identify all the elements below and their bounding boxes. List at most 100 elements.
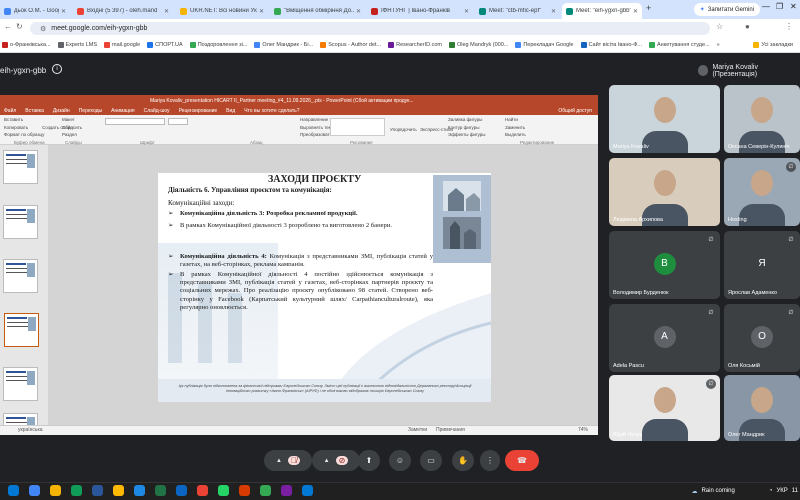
ribbon-command[interactable]: Формат по образцу [4,132,44,137]
browser-tab[interactable]: дьок О.М. - Google А✕ [0,3,70,19]
camera-toggle-button[interactable]: ▲ ⊘ [312,450,360,471]
chrome-icon[interactable] [71,485,82,496]
ribbon-command[interactable]: Упорядочить [390,127,417,132]
bookmark-item[interactable]: о-Франківська... [2,42,51,48]
ribbon-command[interactable]: Эффекты фигуры [448,132,486,137]
word-icon[interactable] [92,485,103,496]
bookmark-item[interactable]: Усі закладки [753,42,793,48]
back-icon[interactable]: ← [4,22,12,31]
menu-dots-icon[interactable]: ⋮ [785,22,793,31]
ribbon-command[interactable]: Найти [505,117,518,122]
store-icon[interactable] [176,485,187,496]
mic-toggle-button[interactable]: ▲ 🎙̸ [264,450,312,471]
outlook-icon[interactable] [302,485,313,496]
participant-tile[interactable]: A Adela Pascu ∅ [609,304,720,372]
site-info-icon[interactable]: ⚙ [40,25,46,33]
search-icon[interactable] [29,485,40,496]
slide-thumbnail[interactable] [3,367,38,401]
chrome-icon[interactable] [260,485,271,496]
browser-tab[interactable]: ІФНТУНГ | Івано-Франків ✕ [367,3,473,19]
info-icon[interactable]: i [52,64,62,74]
participant-tile[interactable]: Людмила Архипова [609,158,720,226]
tab-close-icon[interactable]: ✕ [631,8,638,15]
participant-tile[interactable]: Юрій Чучук ∅ [609,375,720,441]
browser-tab[interactable]: Meet: "ctb-mfic-epf" ✕ [475,3,560,19]
slide-thumbnail[interactable] [3,150,38,184]
close-window-button[interactable]: ✕ [790,2,797,11]
font-name-box[interactable] [105,118,165,125]
ppt-menu-item[interactable]: Рецензирование [179,108,218,114]
participant-tile[interactable]: Оксана Северін-Кулинiч [724,85,800,153]
bookmark-item[interactable]: Oleg Mandryk (000... [448,42,508,48]
ppt-menu-item[interactable]: Дизайн [53,108,70,114]
emoji-button[interactable]: ☺ [389,450,411,471]
whatsapp-icon[interactable] [218,485,229,496]
excel-icon[interactable] [155,485,166,496]
address-bar[interactable]: ⚙ meet.google.com/eih-ygxn-gbb [30,22,710,35]
browser-tab[interactable]: UKR.NET: Всі новини Укр ✕ [176,3,268,19]
more-options-button[interactable]: ⋮ [480,450,500,471]
browser-tab[interactable]: "Вміщення обміріння До... ✕ [270,3,365,19]
slide-thumbnail[interactable] [4,313,39,347]
ribbon-command[interactable]: Выделить [505,132,526,137]
ribbon-command[interactable]: Копировать [4,125,28,130]
bookmark-item[interactable]: mail.google [104,42,140,48]
tab-close-icon[interactable]: ✕ [162,8,169,15]
maximize-button[interactable]: ❐ [776,2,783,11]
chevron-up-icon[interactable]: ▲ [324,458,330,464]
present-button[interactable]: ⬆ [358,450,380,471]
participant-tile[interactable]: Олег Мандрик [724,375,800,441]
captions-button[interactable]: ▭ [420,450,442,471]
ribbon-command[interactable]: Заливка фигуры [448,117,482,122]
bookmark-item[interactable]: Experts LMS [57,42,97,48]
bookmark-item[interactable]: » [717,42,720,48]
start-icon[interactable] [8,485,19,496]
bookmark-item[interactable]: Сайт вісіта Івано-Ф... [580,42,642,48]
tab-close-icon[interactable]: ✕ [462,8,469,15]
ribbon-command[interactable]: Контур фигуры [448,125,479,130]
ribbon-command[interactable]: Сбросить [62,125,82,130]
ribbon-command[interactable]: Вставить [4,117,23,122]
ribbon-command[interactable]: Заменить [505,125,525,130]
bookmark-item[interactable]: ResearcherID.com [388,42,442,48]
participant-tile[interactable]: Mariya Kovaliv [609,85,720,153]
bookmark-item[interactable]: Анкетування студе... [649,42,710,48]
gemini-button[interactable]: ✦ Запитати Gemini [693,3,760,16]
tab-close-icon[interactable]: ✕ [354,8,361,15]
browser-tab[interactable]: Meet: "eih-ygxn-gbb" ✕ [562,3,642,19]
bookmark-item[interactable]: Scopus - Author det... [320,42,381,48]
participant-tile[interactable]: В Володимир Бурденюк ∅ [609,231,720,299]
tab-close-icon[interactable]: ✕ [257,8,264,15]
leave-call-button[interactable]: ☎ [505,450,539,471]
ppt-menu-item[interactable]: Анимация [111,108,134,114]
clock[interactable]: 11 [792,488,800,494]
bookmark-item[interactable]: Поздоровлення зі... [189,42,247,48]
chevron-up-icon[interactable]: ▲ [276,458,282,464]
slide-thumbnail[interactable] [3,259,38,293]
ppt-menu-item[interactable]: Вид [226,108,235,114]
bookmark-item[interactable]: Перекладач Google [515,42,574,48]
font-size-box[interactable] [168,118,188,125]
bookmark-item[interactable]: Олег Мандрик - Бі... [254,42,313,48]
participant-tile[interactable]: Hosting ∅ [724,158,800,226]
tab-close-icon[interactable]: ✕ [59,8,66,15]
language-indicator[interactable]: УКР [776,488,787,494]
ppt-menu-item[interactable]: Переходы [79,108,102,114]
profile-icon[interactable]: ● [745,22,750,31]
participant-tile[interactable]: Я Ярослав Адаменко ∅ [724,231,800,299]
star-icon[interactable]: ☆ [716,22,723,31]
raise-hand-button[interactable]: ✋ [452,450,474,471]
ribbon-command[interactable]: Раздел [62,132,77,137]
slide-thumbnail[interactable] [3,205,38,239]
ppt-share-button[interactable]: Общий доступ [558,108,592,114]
ribbon-command[interactable]: Макет [62,117,75,122]
explorer-icon[interactable] [50,485,61,496]
chrome-icon[interactable] [197,485,208,496]
tab-close-icon[interactable]: ✕ [549,8,556,15]
folder-icon[interactable] [113,485,124,496]
reload-icon[interactable]: ↻ [16,22,23,31]
new-tab-button[interactable]: + [646,3,651,13]
minimize-button[interactable]: — [762,2,770,11]
shapes-gallery[interactable] [330,118,385,136]
ppt-menu-item[interactable]: Вставка [25,108,44,114]
